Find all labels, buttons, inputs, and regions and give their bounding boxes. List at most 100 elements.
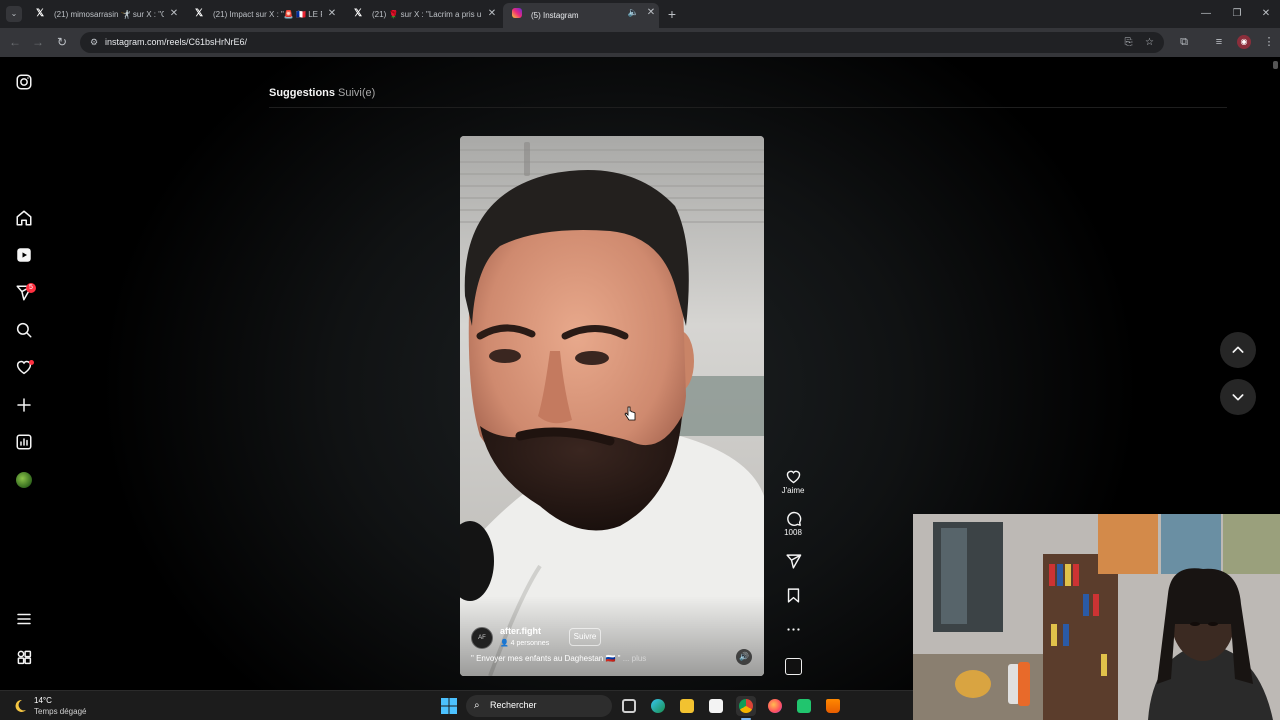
minimize-icon[interactable]: —: [1198, 6, 1214, 22]
microsoft-store-icon[interactable]: [706, 696, 726, 716]
create-plus-icon[interactable]: [14, 395, 34, 415]
browser-tab[interactable]: 𝕏 (21) mimosarrasin 🤺 sur X : "C ✕: [26, 4, 182, 24]
close-icon[interactable]: ✕: [168, 8, 180, 20]
browser-tab[interactable]: 𝕏 (21) Impact sur X : "🚨 🇫🇷 LE RAI ✕: [185, 4, 340, 24]
tab-title: (21) 🌹 sur X : "Lacrim a pris u: [372, 9, 482, 19]
heart-icon[interactable]: [785, 468, 802, 485]
reels-icon[interactable]: [14, 245, 34, 265]
notification-dot: [29, 360, 34, 365]
previous-reel-button[interactable]: [1220, 332, 1256, 368]
dashboard-icon[interactable]: [14, 432, 34, 452]
home-icon[interactable]: [14, 208, 34, 228]
tab-title: (21) mimosarrasin 🤺 sur X : "C: [54, 9, 164, 19]
streamer-webcam: [913, 514, 1280, 720]
reel-video-frame: [460, 136, 764, 676]
close-icon[interactable]: ✕: [486, 8, 498, 20]
profile-avatar[interactable]: [16, 472, 32, 488]
hand-cursor-icon: [624, 406, 636, 421]
chevron-up-icon: [1232, 346, 1244, 353]
mute-toggle-icon[interactable]: 🔊: [736, 649, 752, 665]
tab-title: (5) Instagram: [531, 11, 579, 20]
author-avatar[interactable]: AF: [471, 627, 493, 649]
caption-text: " Envoyer mes enfants au Daghestan 🇷🇺 ": [471, 654, 621, 663]
tab-search-button[interactable]: ⌄: [6, 6, 22, 22]
x-logo-icon: 𝕏: [35, 8, 45, 19]
save-action[interactable]: [776, 587, 810, 604]
comment-count: 1008: [784, 528, 802, 537]
extensions-icon[interactable]: ⧉: [1176, 34, 1192, 50]
address-bar[interactable]: ⚙ instagram.com/reels/C61bsHrNrE6/ ⎘ ☆: [80, 32, 1164, 53]
comment-action[interactable]: 1008: [776, 510, 810, 537]
install-app-icon[interactable]: ⎘: [1121, 35, 1136, 50]
next-reel-button[interactable]: [1220, 379, 1256, 415]
bookmark-star-icon[interactable]: ☆: [1142, 35, 1157, 50]
file-explorer-icon[interactable]: [677, 696, 697, 716]
sidebar-nav: 5: [0, 57, 48, 690]
reload-icon[interactable]: ↻: [54, 34, 70, 50]
restore-icon[interactable]: ❐: [1229, 6, 1245, 22]
tab-suggestions[interactable]: Suggestions: [269, 87, 335, 99]
share-action[interactable]: [776, 553, 810, 570]
url-text[interactable]: instagram.com/reels/C61bsHrNrE6/: [105, 36, 247, 49]
firefox-icon[interactable]: [765, 696, 785, 716]
reel-caption-overlay: [460, 596, 764, 676]
browser-toolbar: ← → ↻ ⚙ instagram.com/reels/C61bsHrNrE6/…: [0, 28, 1280, 57]
like-action[interactable]: J'aime: [776, 468, 810, 495]
tab-following[interactable]: Suivi(e): [338, 87, 375, 99]
message-count-badge: 5: [26, 283, 36, 293]
task-view-icon[interactable]: [619, 696, 639, 716]
instagram-icon: [512, 8, 522, 18]
search-placeholder: Rechercher: [490, 700, 537, 710]
media-control-icon[interactable]: ≡: [1211, 34, 1227, 50]
browser-tab[interactable]: 𝕏 (21) 🌹 sur X : "Lacrim a pris u ✕: [344, 4, 500, 24]
instagram-logo-icon[interactable]: [14, 72, 34, 92]
like-label: J'aime: [781, 486, 805, 495]
x-logo-icon: 𝕏: [194, 8, 204, 19]
reel-video[interactable]: AF after.fight 👤 4 personnes Suivre " En…: [460, 136, 764, 676]
share-icon[interactable]: [785, 553, 802, 570]
new-tab-button[interactable]: +: [664, 6, 680, 22]
site-info-icon[interactable]: ⚙: [88, 36, 100, 48]
browser-tab-strip: ⌄ 𝕏 (21) mimosarrasin 🤺 sur X : "C ✕ 𝕏 (…: [0, 0, 1280, 28]
moon-weather-icon[interactable]: [12, 698, 28, 714]
close-window-icon[interactable]: ✕: [1258, 6, 1274, 22]
reel-author-name[interactable]: after.fight: [500, 626, 541, 636]
edge-browser-icon[interactable]: [648, 696, 668, 716]
follow-button[interactable]: Suivre: [569, 628, 601, 646]
spotify-like-app-icon[interactable]: [794, 696, 814, 716]
windows-start-icon[interactable]: [441, 698, 457, 714]
speaker-icon[interactable]: 🔈: [628, 7, 639, 18]
reel-collaborators[interactable]: 👤 4 personnes: [500, 639, 549, 647]
reel-caption[interactable]: " Envoyer mes enfants au Daghestan 🇷🇺 " …: [471, 654, 646, 663]
also-from-meta-icon[interactable]: [14, 647, 34, 667]
people-icon: 👤: [500, 640, 511, 647]
divider: [269, 107, 1227, 108]
webcam-feed: [913, 514, 1280, 720]
weather-temperature[interactable]: 14°C: [34, 696, 52, 705]
browser-tab-active[interactable]: (5) Instagram 🔈 ✕: [503, 3, 659, 28]
x-logo-icon: 𝕏: [353, 8, 363, 19]
weather-description[interactable]: Temps dégagé: [34, 707, 86, 716]
scrollbar-thumb[interactable]: [1273, 61, 1278, 69]
comment-icon[interactable]: [785, 510, 802, 527]
tab-title: (21) Impact sur X : "🚨 🇫🇷 LE RAI: [213, 9, 322, 19]
profile-avatar[interactable]: ◉: [1237, 35, 1251, 49]
menu-kebab-icon[interactable]: ⋮: [1261, 34, 1277, 50]
vlc-icon[interactable]: [823, 696, 843, 716]
search-icon[interactable]: [14, 320, 34, 340]
close-icon[interactable]: ✕: [326, 8, 338, 20]
more-options-action[interactable]: [776, 621, 810, 638]
chrome-browser-icon[interactable]: [736, 696, 756, 716]
collaborators-label: 4 personnes: [510, 640, 550, 647]
windows-taskbar: 14°C Temps dégagé ⌕ Rechercher: [0, 690, 913, 720]
more-menu-icon[interactable]: [14, 609, 34, 629]
audio-thumbnail[interactable]: [785, 658, 802, 675]
forward-arrow-icon[interactable]: →: [30, 34, 46, 50]
caption-more-link[interactable]: ... plus: [623, 654, 647, 663]
more-horizontal-icon[interactable]: [785, 621, 802, 638]
back-arrow-icon[interactable]: ←: [7, 34, 23, 50]
taskbar-search[interactable]: ⌕ Rechercher: [466, 695, 612, 717]
close-icon[interactable]: ✕: [645, 7, 657, 19]
search-icon: ⌕: [474, 700, 480, 711]
bookmark-icon[interactable]: [785, 587, 802, 604]
